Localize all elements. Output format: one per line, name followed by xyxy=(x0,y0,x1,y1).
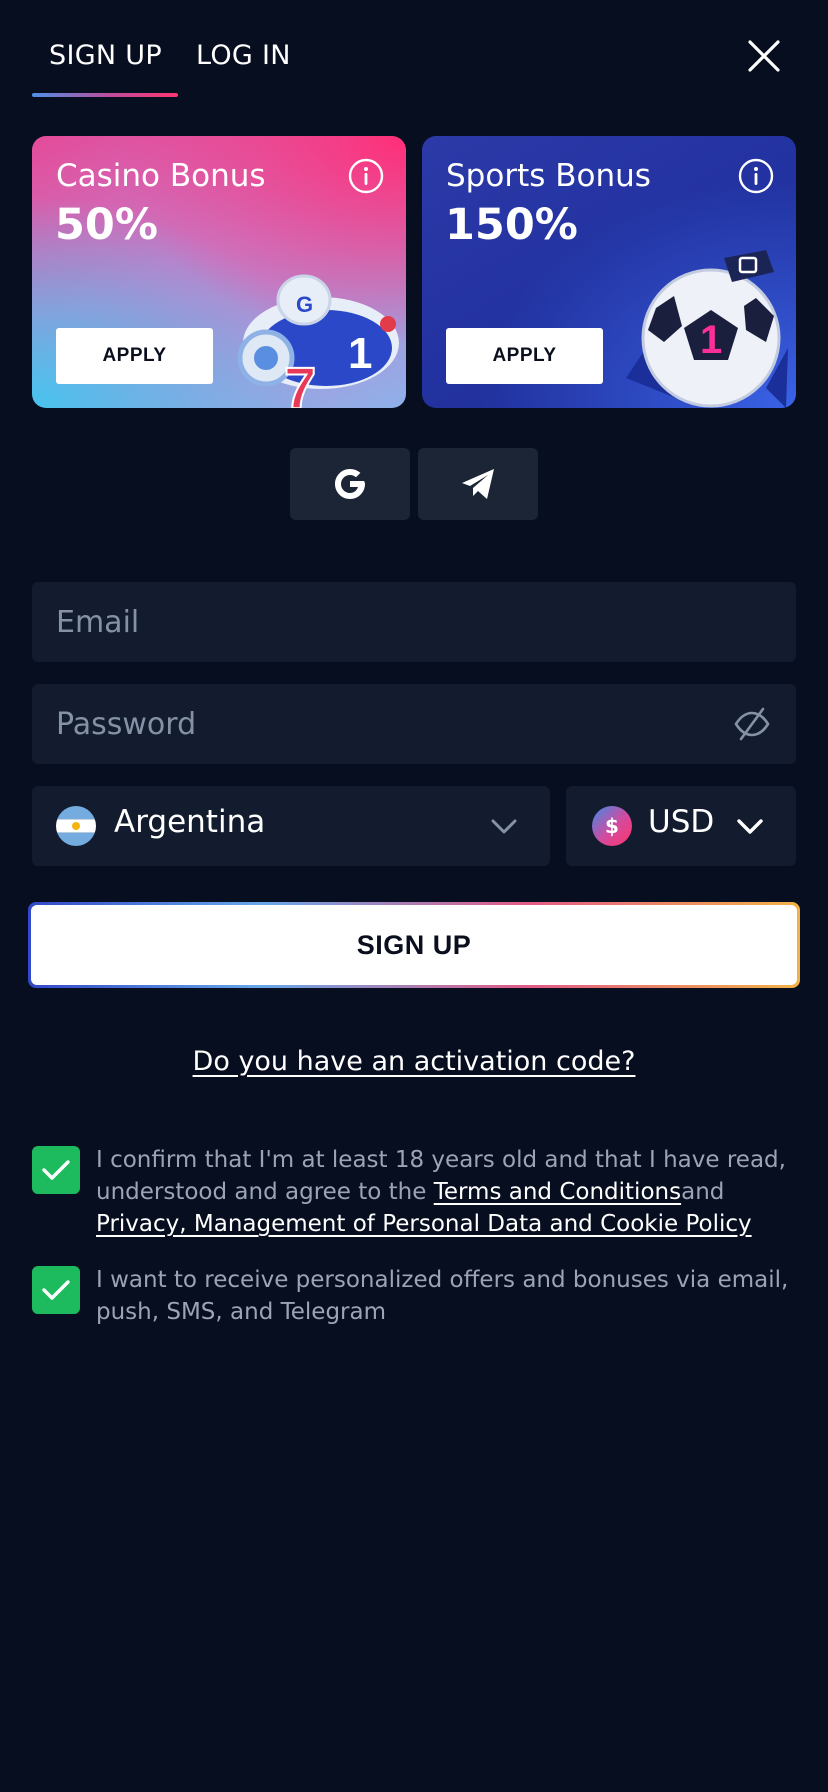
argentina-flag-icon xyxy=(56,806,96,846)
casino-bonus-card[interactable]: Casino Bonus 50% G 1 7 APPLY xyxy=(32,136,406,408)
soccer-ball-illustration: 1 xyxy=(626,250,788,408)
sports-bonus-card[interactable]: Sports Bonus 150% 1 APPLY xyxy=(422,136,796,408)
privacy-policy-link[interactable]: Privacy, Management of Personal Data and… xyxy=(96,1211,752,1237)
country-select[interactable]: Argentina xyxy=(32,786,550,866)
sports-bonus-percent: 150% xyxy=(445,200,578,250)
password-field[interactable] xyxy=(32,684,796,764)
age-confirm-text: I confirm that I'm at least 18 years old… xyxy=(96,1144,796,1240)
auth-tabs: SIGN UP LOG IN xyxy=(32,36,752,98)
chevron-down-icon xyxy=(737,819,763,834)
tab-sign-up[interactable]: SIGN UP xyxy=(49,40,162,71)
check-icon xyxy=(42,1280,70,1300)
currency-coin-icon: $ xyxy=(592,806,632,846)
casino-bonus-title: Casino Bonus xyxy=(56,158,266,194)
activation-code-row: Do you have an activation code? xyxy=(0,1046,828,1077)
telegram-login-button[interactable] xyxy=(418,448,538,520)
sign-up-button[interactable]: SIGN UP xyxy=(31,905,797,985)
terms-link[interactable]: Terms and Conditions xyxy=(434,1179,681,1205)
google-icon xyxy=(335,469,365,499)
currency-select[interactable]: $ USD xyxy=(566,786,796,866)
currency-value: USD xyxy=(648,804,715,840)
activation-code-link[interactable]: Do you have an activation code? xyxy=(193,1046,636,1077)
info-icon[interactable] xyxy=(348,158,384,194)
close-icon[interactable] xyxy=(744,36,784,76)
svg-text:1: 1 xyxy=(348,329,372,378)
chevron-down-icon xyxy=(491,819,517,834)
info-icon[interactable] xyxy=(738,158,774,194)
email-field[interactable] xyxy=(32,582,796,662)
age-confirm-checkbox[interactable] xyxy=(32,1146,80,1194)
svg-text:G: G xyxy=(296,292,313,317)
sports-apply-button[interactable]: APPLY xyxy=(446,328,603,384)
tab-log-in[interactable]: LOG IN xyxy=(196,40,291,71)
password-input[interactable] xyxy=(56,684,716,764)
eye-off-icon[interactable] xyxy=(732,705,772,743)
marketing-consent-checkbox[interactable] xyxy=(32,1266,80,1314)
casino-bonus-percent: 50% xyxy=(55,200,158,250)
active-tab-indicator xyxy=(32,93,178,97)
sports-bonus-title: Sports Bonus xyxy=(446,158,651,194)
svg-text:7: 7 xyxy=(284,356,316,408)
slot-machine-illustration: G 1 7 xyxy=(237,274,399,408)
marketing-consent-text: I want to receive personalized offers an… xyxy=(96,1267,789,1325)
svg-text:1: 1 xyxy=(700,318,722,362)
country-value: Argentina xyxy=(114,804,266,840)
telegram-icon xyxy=(462,469,494,499)
google-login-button[interactable] xyxy=(290,448,410,520)
casino-apply-button[interactable]: APPLY xyxy=(56,328,213,384)
sign-up-button-border: SIGN UP xyxy=(28,902,800,988)
email-input[interactable] xyxy=(56,582,716,662)
and-label: and xyxy=(681,1179,725,1205)
check-icon xyxy=(42,1160,70,1180)
